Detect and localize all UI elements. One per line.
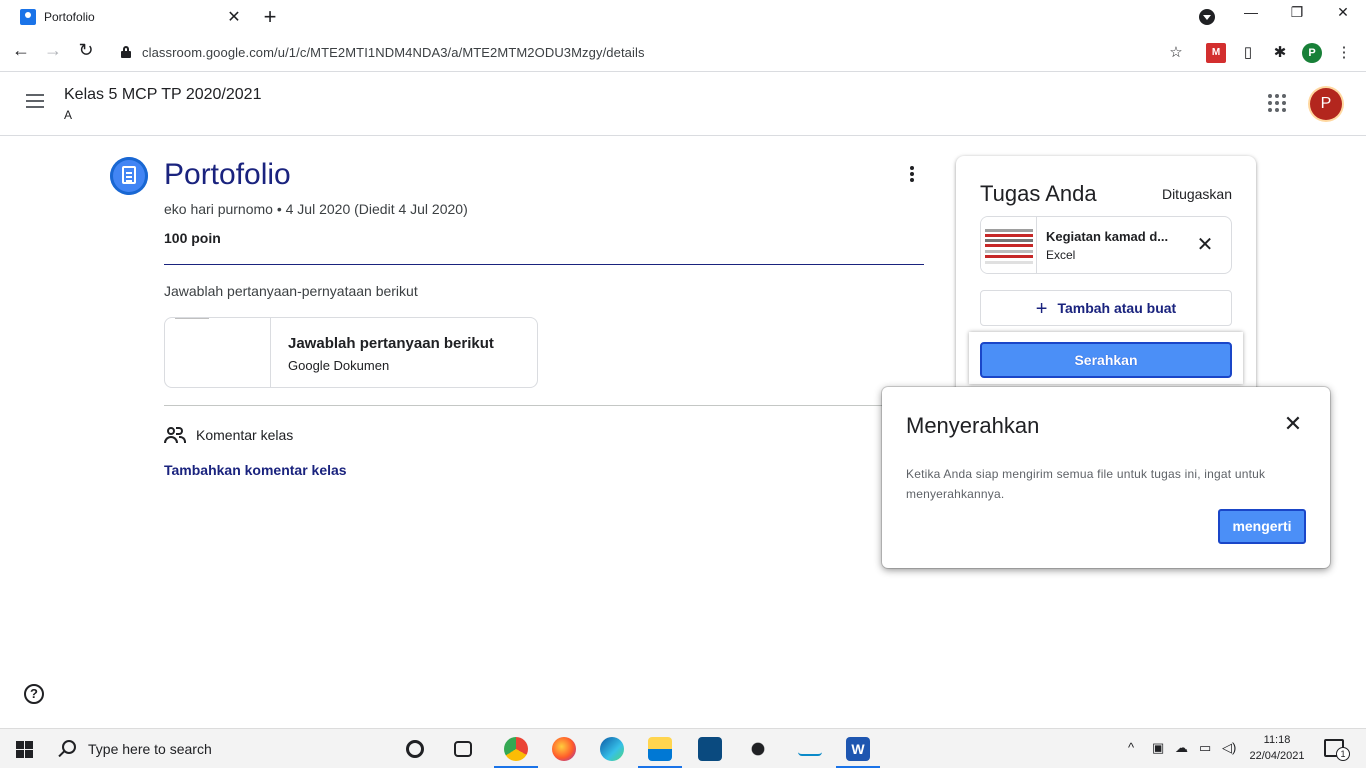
tab-title: Portofolio	[44, 10, 95, 24]
notification-count: 1	[1336, 747, 1350, 761]
volume-icon[interactable]: ◁)	[1222, 740, 1236, 756]
plus-icon: +	[1035, 298, 1048, 320]
dropbox-taskbar-icon[interactable]	[746, 737, 770, 761]
user-avatar[interactable]: P	[1310, 88, 1342, 120]
clock-time: 11:18	[1263, 734, 1291, 746]
browser-toolbar: ← → ↻ classroom.google.com/u/1/c/MTE2MTI…	[0, 34, 1366, 72]
more-options-icon[interactable]	[906, 166, 918, 186]
people-icon	[164, 426, 188, 444]
firefox-taskbar-icon[interactable]	[552, 737, 576, 761]
browser-tab-strip: Portofolio ✕ + — ❐ ✕	[0, 0, 1366, 34]
got-it-button[interactable]: mengerti	[1218, 509, 1306, 544]
battery-icon[interactable]: ▭	[1199, 740, 1211, 756]
windows-start-icon[interactable]	[16, 741, 33, 758]
help-icon[interactable]: ?	[24, 684, 44, 704]
classroom-header: Kelas 5 MCP TP 2020/2021 A P	[0, 72, 1366, 136]
onedrive-cloud-icon[interactable]: ☁	[1175, 740, 1188, 756]
classroom-favicon-icon	[20, 9, 36, 25]
add-or-create-label: Tambah atau buat	[1057, 300, 1177, 316]
add-class-comment-link[interactable]: Tambahkan komentar kelas	[164, 462, 347, 478]
your-work-card: Tugas Anda Ditugaskan Kegiatan kamad d..…	[956, 156, 1256, 396]
forward-arrow-icon[interactable]: →	[40, 40, 66, 61]
attachment-title: Jawablah pertanyaan berikut	[288, 335, 494, 352]
assignment-meta: eko hari purnomo • 4 Jul 2020 (Diedit 4 …	[164, 201, 468, 217]
window-restore-button[interactable]: ❐	[1282, 4, 1312, 21]
address-bar[interactable]: classroom.google.com/u/1/c/MTE2MTI1NDM4N…	[142, 45, 645, 60]
chrome-taskbar-icon[interactable]	[494, 737, 538, 768]
file-type: Excel	[1046, 248, 1076, 262]
reading-list-icon[interactable]: ▯	[1238, 43, 1258, 63]
reload-icon[interactable]: ↻	[73, 40, 99, 61]
tab-search-icon[interactable]	[1199, 9, 1215, 25]
attachment-type: Google Dokumen	[288, 358, 390, 373]
assignment-points: 100 poin	[164, 230, 221, 246]
window-minimize-button[interactable]: —	[1236, 4, 1266, 20]
class-section: A	[64, 108, 73, 122]
back-arrow-icon[interactable]: ←	[8, 40, 34, 61]
file-name: Kegiatan kamad d...	[1046, 229, 1169, 244]
extension-red-icon[interactable]: M	[1206, 43, 1226, 63]
bookmark-star-icon[interactable]: ☆	[1166, 43, 1186, 63]
task-view-icon[interactable]	[454, 741, 472, 757]
assignment-title: Portofolio	[164, 158, 291, 191]
submit-highlight: Serahkan	[969, 332, 1243, 384]
system-clock[interactable]: 11:18 22/04/2021	[1249, 732, 1305, 764]
windows-taskbar: Type here to search W ^ ▣ ☁ ▭ ◁) 11:18 2…	[0, 728, 1366, 768]
class-name[interactable]: Kelas 5 MCP TP 2020/2021	[64, 86, 261, 104]
popup-close-icon[interactable]: ✕	[1280, 411, 1306, 437]
browser-menu-icon[interactable]: ⋮	[1334, 43, 1354, 63]
show-hidden-icons-icon[interactable]: ^	[1128, 740, 1134, 755]
google-apps-icon[interactable]	[1268, 94, 1286, 112]
browser-tab[interactable]: Portofolio ✕	[8, 2, 248, 32]
assignment-instructions: Jawablah pertanyaan-pernyataan berikut	[164, 283, 418, 299]
edge-taskbar-icon[interactable]	[600, 737, 624, 761]
device-tray-icon[interactable]: ▣	[1152, 740, 1164, 756]
lock-icon[interactable]	[121, 46, 131, 58]
taskbar-search-icon[interactable]	[62, 740, 76, 754]
attachment-card[interactable]: Jawablah pertanyaan berikut Google Dokum…	[164, 317, 538, 388]
remove-file-icon[interactable]: ✕	[1193, 233, 1217, 257]
title-divider	[164, 264, 924, 265]
attachment-thumbnail	[165, 318, 271, 387]
submit-tip-popup: Menyerahkan ✕ Ketika Anda siap mengirim …	[882, 387, 1330, 568]
assignment-status: Ditugaskan	[1161, 186, 1232, 202]
clock-date: 22/04/2021	[1249, 750, 1305, 762]
class-comments-label: Komentar kelas	[196, 427, 294, 443]
mail-taskbar-icon[interactable]	[698, 737, 722, 761]
extensions-puzzle-icon[interactable]: ✱	[1270, 43, 1290, 63]
popup-body: Ketika Anda siap mengirim semua file unt…	[906, 467, 1266, 501]
browser-profile-avatar[interactable]: P	[1302, 43, 1322, 63]
amazon-taskbar-icon[interactable]	[798, 742, 822, 756]
your-work-title: Tugas Anda	[980, 181, 1097, 206]
cortana-icon[interactable]	[406, 740, 424, 758]
window-close-button[interactable]: ✕	[1328, 4, 1358, 21]
attached-file[interactable]: Kegiatan kamad d... Excel ✕	[980, 216, 1232, 274]
assignment-clipboard-icon	[110, 157, 148, 195]
hamburger-menu-icon[interactable]	[26, 94, 46, 110]
word-taskbar-icon[interactable]: W	[836, 737, 880, 768]
notification-center-icon[interactable]: 1	[1324, 739, 1350, 761]
tab-close-icon[interactable]: ✕	[224, 7, 244, 27]
submit-button[interactable]: Serahkan	[980, 342, 1232, 378]
taskbar-search-input[interactable]: Type here to search	[88, 741, 212, 757]
file-explorer-taskbar-icon[interactable]	[638, 737, 682, 768]
add-or-create-button[interactable]: + Tambah atau buat	[980, 290, 1232, 326]
comments-divider	[164, 405, 924, 406]
popup-title: Menyerahkan	[906, 413, 1040, 438]
excel-file-thumbnail	[981, 217, 1037, 273]
new-tab-button[interactable]: +	[258, 4, 282, 30]
